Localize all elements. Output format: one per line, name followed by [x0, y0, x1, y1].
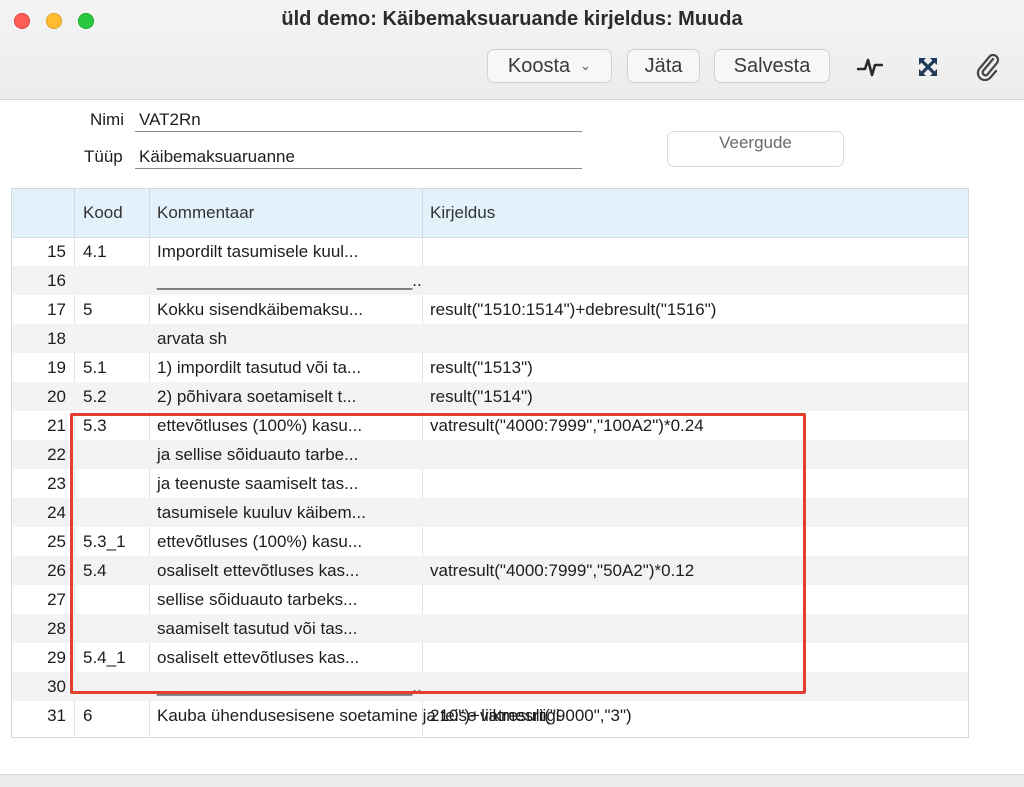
row-number: 21 — [47, 416, 66, 435]
row-number: 19 — [47, 358, 66, 377]
fullscreen-icon[interactable] — [913, 52, 943, 82]
row-number: 25 — [47, 532, 66, 551]
row-number: 18 — [47, 329, 66, 348]
row-number: 22 — [47, 445, 66, 464]
row-number: 28 — [47, 619, 66, 638]
cell-kood[interactable]: 4.1 — [75, 237, 149, 266]
cell-kirjeldus[interactable] — [422, 324, 968, 353]
table-row[interactable]: 18 arvata sh — [12, 324, 968, 353]
table-row[interactable]: 17 5 Kokku sisendkäibemaksu... result("1… — [12, 295, 968, 324]
nimi-underline — [135, 131, 582, 132]
header-kirjeldus[interactable]: Kirjeldus — [422, 189, 968, 237]
cell-kood[interactable] — [75, 266, 149, 295]
cell-kirjeldus[interactable] — [422, 237, 968, 266]
row-number: 30 — [47, 677, 66, 696]
cell-kommentaar[interactable]: Kauba ühendusesisene soetamine ja teise … — [149, 701, 560, 730]
table-row[interactable]: 15 4.1 Impordilt tasumisele kuul... — [12, 237, 968, 266]
cell-kommentaar[interactable]: 2) põhivara soetamiselt t... — [149, 382, 422, 411]
tyyp-label: Tüüp — [84, 147, 123, 166]
cell-kirjeldus[interactable] — [422, 266, 968, 295]
salvesta-button[interactable]: Salvesta — [714, 49, 830, 83]
veergude-button[interactable]: Veergude — [667, 131, 844, 167]
cell-kood[interactable]: 5.2 — [75, 382, 149, 411]
header-kommentaar[interactable]: Kommentaar — [149, 189, 422, 237]
row-number: 26 — [47, 561, 66, 580]
header-divider — [74, 189, 75, 237]
row-number: 29 — [47, 648, 66, 667]
row-number: 17 — [47, 300, 66, 319]
row-number: 24 — [47, 503, 66, 522]
row-number: 27 — [47, 590, 66, 609]
cell-kirjeldus[interactable]: result("1510:1514")+debresult("1516") — [422, 295, 968, 324]
tyyp-underline — [135, 168, 582, 169]
tyyp-field[interactable]: Käibemaksuaruanne — [139, 147, 295, 167]
activity-icon[interactable] — [855, 52, 885, 82]
koosta-label: Koosta — [507, 54, 571, 77]
cell-kirjeldus[interactable]: result("1513") — [422, 353, 968, 382]
cell-kood[interactable]: 5 — [75, 295, 149, 324]
cell-kirjeldus[interactable]: 210")+vatresult("9000","3") — [422, 701, 968, 730]
chevron-down-icon: ⌄ — [580, 58, 592, 73]
table-header: Kood Kommentaar Kirjeldus — [12, 189, 968, 238]
table-row[interactable]: 31 6 Kauba ühendusesisene soetamine ja t… — [12, 701, 968, 730]
bottom-bar — [0, 774, 1024, 787]
cell-kirjeldus[interactable]: result("1514") — [422, 382, 968, 411]
cell-kood[interactable]: 6 — [75, 701, 149, 730]
selection-highlight-box — [70, 413, 806, 694]
koosta-button[interactable]: Koosta ⌄ — [487, 49, 612, 83]
row-number: 31 — [47, 706, 66, 725]
cell-kommentaar[interactable]: Kokku sisendkäibemaksu... — [149, 295, 422, 324]
cell-kommentaar[interactable]: arvata sh — [149, 324, 422, 353]
window-title: üld demo: Käibemaksuaruande kirjeldus: M… — [281, 8, 743, 30]
table-row[interactable]: 16 ___________________________... — [12, 266, 968, 295]
cell-kood[interactable] — [75, 324, 149, 353]
row-number: 20 — [47, 387, 66, 406]
table-row[interactable]: 20 5.2 2) põhivara soetamiselt t... resu… — [12, 382, 968, 411]
cell-kommentaar[interactable]: ___________________________... — [149, 266, 422, 295]
jata-button[interactable]: Jäta — [627, 49, 700, 83]
cell-kood[interactable]: 5.1 — [75, 353, 149, 382]
cell-kommentaar[interactable]: 1) impordilt tasutud või ta... — [149, 353, 422, 382]
nimi-label: Nimi — [90, 110, 124, 129]
row-number: 23 — [47, 474, 66, 493]
row-number: 16 — [47, 271, 66, 290]
cell-kommentaar[interactable]: Impordilt tasumisele kuul... — [149, 237, 422, 266]
header-divider — [149, 189, 150, 237]
title-bar: üld demo: Käibemaksuaruande kirjeldus: M… — [0, 0, 1024, 100]
header-divider — [422, 189, 423, 237]
table-row[interactable]: 19 5.1 1) impordilt tasutud või ta... re… — [12, 353, 968, 382]
paperclip-icon[interactable] — [973, 52, 1003, 82]
app-window: üld demo: Käibemaksuaruande kirjeldus: M… — [0, 0, 1024, 787]
nimi-field[interactable]: VAT2Rn — [139, 110, 201, 130]
row-number: 15 — [47, 242, 66, 261]
header-kood[interactable]: Kood — [75, 189, 149, 237]
